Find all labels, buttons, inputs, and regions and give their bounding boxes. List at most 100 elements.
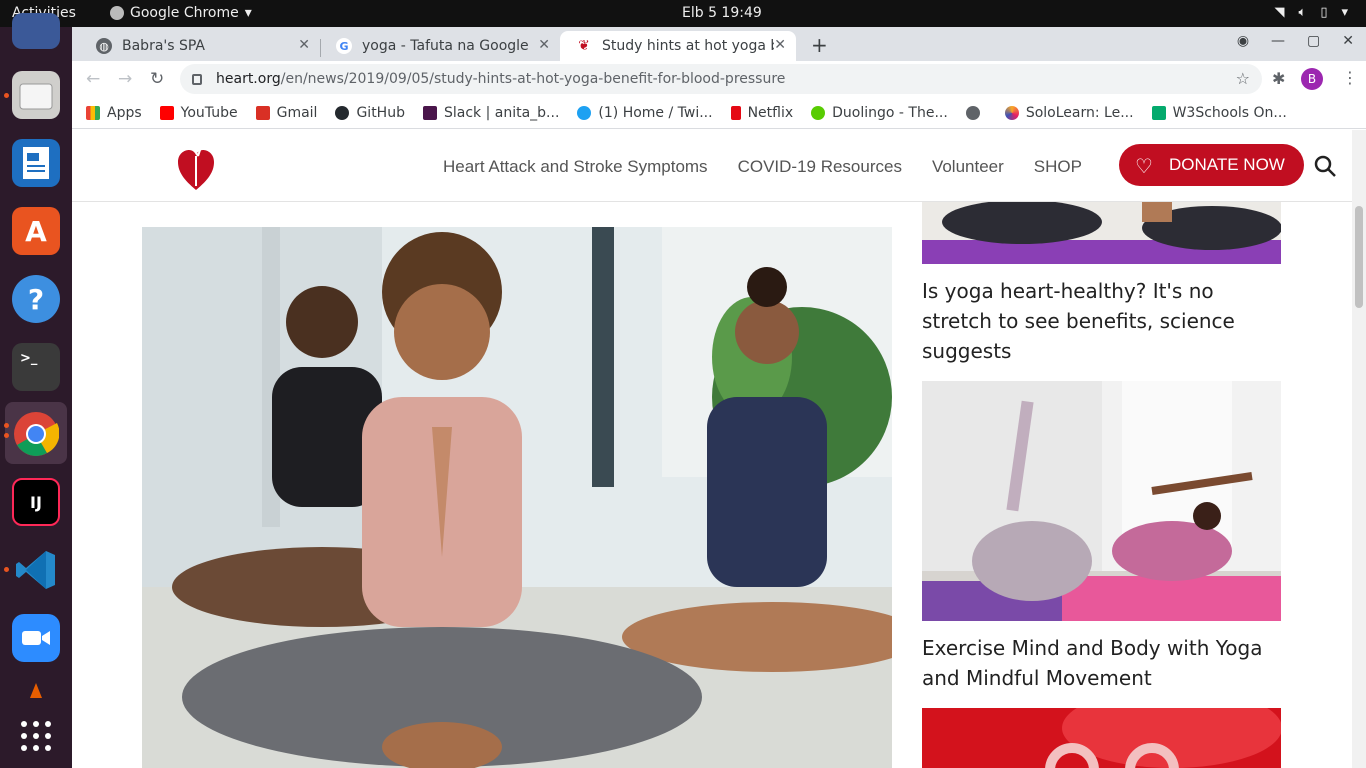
url-host: heart.org <box>216 71 281 87</box>
back-arrow-icon[interactable]: ← <box>86 69 100 89</box>
article-hero-image <box>142 227 892 768</box>
bookmark-youtube[interactable]: YouTube <box>159 104 238 121</box>
zoom-icon[interactable] <box>12 614 60 662</box>
system-tray[interactable]: ◥ 🔈︎ ▯ ▾ <box>1275 5 1349 20</box>
close-tab-icon[interactable]: ✕ <box>774 37 786 53</box>
donate-label: DONATE NOW <box>1169 155 1285 174</box>
page-scrollbar[interactable] <box>1352 130 1366 768</box>
w3schools-icon <box>1151 105 1166 120</box>
bookmark-github[interactable]: GitHub <box>335 105 405 121</box>
search-icon[interactable] <box>1313 154 1337 178</box>
app-menu[interactable]: Google Chrome ▾ <box>110 5 252 21</box>
scrollbar-thumb[interactable] <box>1355 206 1363 308</box>
intellij-icon[interactable]: IJ <box>12 478 60 526</box>
running-indicator <box>4 423 9 428</box>
bookmark-label: Gmail <box>276 104 318 121</box>
app-grid-icon[interactable] <box>12 712 60 760</box>
extensions-puzzle-icon[interactable]: ✱ <box>1272 69 1285 88</box>
red-promo-graphic <box>922 708 1281 768</box>
chevron-down-icon: ▾ <box>1341 5 1348 20</box>
writer-icon[interactable] <box>12 139 60 187</box>
site-header: Heart Attack and Stroke Symptoms COVID-1… <box>72 130 1352 202</box>
reload-icon[interactable]: ↻ <box>150 69 164 89</box>
caret-down-icon: ▾ <box>244 5 252 21</box>
article-image-yoga-heart[interactable] <box>922 202 1281 264</box>
tab-study-hints[interactable]: ❦ Study hints at hot yoga be ✕ <box>560 31 796 61</box>
tab-strip: ◍ Babra's SPA ✕ G yoga - Tafuta na Googl… <box>72 27 1366 61</box>
bookmark-label: SoloLearn: Le... <box>1025 104 1134 121</box>
clock[interactable]: Elb 5 19:49 <box>682 5 762 21</box>
minimize-icon[interactable]: — <box>1271 33 1285 49</box>
vscode-logo-icon <box>16 551 55 589</box>
vscode-icon[interactable] <box>12 546 60 594</box>
twitter-icon <box>577 105 592 120</box>
donate-now-button[interactable]: ♡ DONATE NOW <box>1119 144 1304 186</box>
maximize-icon[interactable]: ▢ <box>1307 33 1320 49</box>
running-indicator <box>4 433 9 438</box>
running-indicator <box>4 93 9 98</box>
terminal-icon[interactable]: >_ <box>12 343 60 391</box>
tab-babras-spa[interactable]: ◍ Babra's SPA ✕ <box>80 31 320 61</box>
tab-search-icon[interactable]: ◉ <box>1237 33 1249 49</box>
gmail-icon <box>255 105 270 120</box>
nav-heart-attack-stroke[interactable]: Heart Attack and Stroke Symptoms <box>443 157 708 177</box>
aha-logo-icon[interactable] <box>176 142 216 192</box>
apps-grid-icon <box>86 105 100 120</box>
bookmark-slack[interactable]: Slack | anita_b... <box>422 104 560 121</box>
chrome-icon[interactable] <box>12 410 60 458</box>
new-tab-button[interactable]: + <box>811 33 828 57</box>
system-top-bar: Activities Google Chrome ▾ Elb 5 19:49 ◥… <box>0 0 1366 27</box>
bookmark-duolingo[interactable]: Duolingo - The... <box>811 105 948 121</box>
bookmark-label: GitHub <box>356 104 405 121</box>
forward-arrow-icon[interactable]: → <box>118 69 132 89</box>
close-tab-icon[interactable]: ✕ <box>538 37 550 53</box>
kebab-menu-icon[interactable]: ⋮ <box>1342 68 1358 87</box>
bookmark-label: Apps <box>107 104 142 121</box>
netflix-icon <box>730 105 741 120</box>
yoga-class-photo <box>142 227 892 768</box>
article-image-red-banner[interactable] <box>922 708 1281 768</box>
bookmark-apps[interactable]: Apps <box>86 105 142 121</box>
vlc-icon[interactable] <box>12 679 60 703</box>
running-indicator <box>4 567 9 572</box>
bookmarks-bar: Apps YouTube Gmail GitHub Slack | anita_… <box>72 97 1366 129</box>
chrome-small-icon <box>110 6 124 20</box>
bookmark-label: YouTube <box>180 104 238 121</box>
bookmark-star-icon[interactable]: ☆ <box>1236 69 1250 88</box>
bookmark-w3schools[interactable]: W3Schools On... <box>1151 105 1287 121</box>
window-controls: ◉ — ▢ ✕ <box>1237 33 1354 49</box>
dock: A ? >_ IJ <box>0 13 72 768</box>
bookmark-twitter[interactable]: (1) Home / Twi... <box>577 105 713 121</box>
main-nav: Heart Attack and Stroke Symptoms COVID-1… <box>443 157 1082 177</box>
thunderbird-icon[interactable] <box>12 13 60 49</box>
nav-volunteer[interactable]: Volunteer <box>932 157 1004 177</box>
bookmark-netflix[interactable]: Netflix <box>730 104 794 121</box>
close-window-icon[interactable]: ✕ <box>1342 33 1354 49</box>
nav-covid-resources[interactable]: COVID-19 Resources <box>738 157 902 177</box>
browser-toolbar: ← → ↻ heart.org /en/news/2019/09/05/stud… <box>72 61 1366 97</box>
tab-yoga-google[interactable]: G yoga - Tafuta na Google ✕ <box>320 31 560 61</box>
files-icon[interactable] <box>12 71 60 119</box>
bookmark-gmail[interactable]: Gmail <box>255 104 318 121</box>
nav-shop[interactable]: SHOP <box>1034 157 1082 177</box>
profile-avatar[interactable]: B <box>1301 68 1323 90</box>
chrome-logo-icon <box>14 412 59 456</box>
address-bar[interactable]: heart.org /en/news/2019/09/05/study-hint… <box>180 64 1262 94</box>
close-tab-icon[interactable]: ✕ <box>298 37 310 53</box>
article-title-mind-body[interactable]: Exercise Mind and Body with Yoga and Min… <box>922 633 1282 693</box>
youtube-icon <box>159 105 174 120</box>
software-icon[interactable]: A <box>12 207 60 255</box>
sololearn-icon <box>1004 105 1019 120</box>
article-image-mind-body[interactable] <box>922 381 1281 621</box>
bookmark-label: Netflix <box>747 104 794 121</box>
help-icon[interactable]: ? <box>12 275 60 323</box>
duolingo-icon <box>811 105 826 120</box>
battery-icon: ▯ <box>1320 5 1328 20</box>
bookmark-globe[interactable] <box>965 105 987 120</box>
document-icon <box>23 147 49 179</box>
volume-icon: 🔈︎ <box>1298 5 1307 20</box>
article-title-yoga-heart[interactable]: Is yoga heart-healthy? It's no stretch t… <box>922 276 1282 366</box>
tab-title: yoga - Tafuta na Google <box>362 38 529 54</box>
bookmark-sololearn[interactable]: SoloLearn: Le... <box>1004 104 1134 121</box>
bookmark-label: Slack | anita_b... <box>443 104 560 121</box>
